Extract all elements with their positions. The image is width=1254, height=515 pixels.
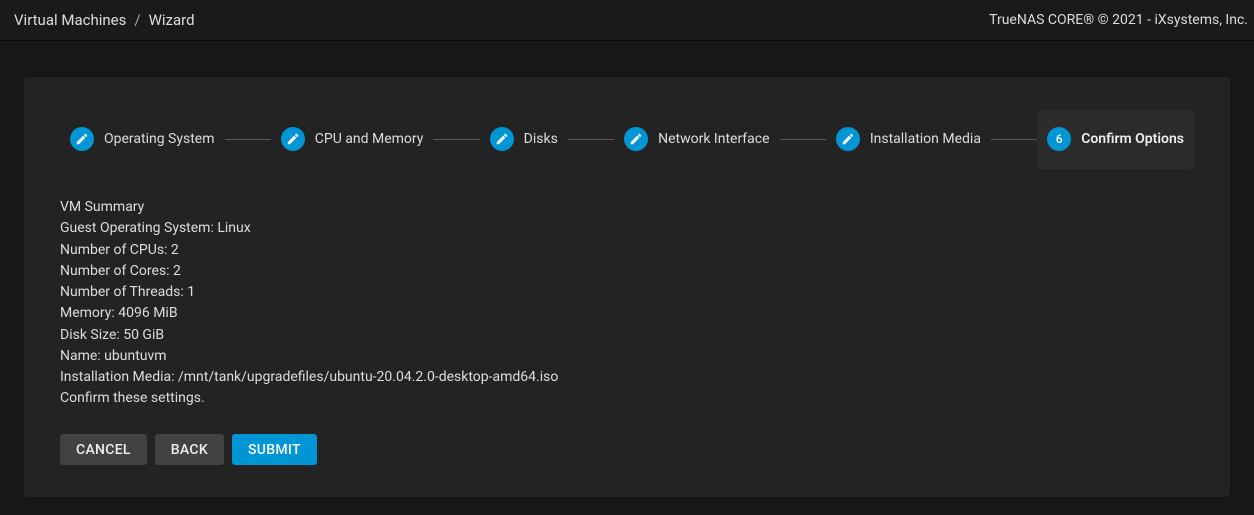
- vm-summary: VM Summary Guest Operating System: Linux…: [60, 197, 1194, 410]
- summary-install-media: Installation Media: /mnt/tank/upgradefil…: [60, 367, 1194, 388]
- summary-confirm: Confirm these settings.: [60, 388, 1194, 409]
- breadcrumb-root[interactable]: Virtual Machines: [14, 11, 126, 29]
- cancel-button[interactable]: CANCEL: [60, 434, 147, 465]
- summary-guest-os: Guest Operating System: Linux: [60, 218, 1194, 239]
- step-connector: [780, 139, 826, 140]
- step-operating-system[interactable]: Operating System: [60, 109, 225, 169]
- topbar: Virtual Machines / Wizard TrueNAS CORE® …: [0, 0, 1254, 41]
- step-connector: [225, 139, 271, 140]
- pencil-icon: [836, 127, 860, 151]
- step-number: 6: [1056, 132, 1063, 146]
- wizard-stepper: Operating System CPU and Memory Disks: [60, 109, 1194, 169]
- breadcrumb-separator: /: [134, 11, 140, 29]
- step-connector: [568, 139, 614, 140]
- step-connector: [991, 139, 1037, 140]
- summary-threads: Number of Threads: 1: [60, 282, 1194, 303]
- back-button[interactable]: BACK: [155, 434, 224, 465]
- step-label: Operating System: [104, 131, 215, 147]
- summary-name: Name: ubuntuvm: [60, 346, 1194, 367]
- summary-cpus: Number of CPUs: 2: [60, 240, 1194, 261]
- pencil-icon: [281, 127, 305, 151]
- copyright-text: TrueNAS CORE® © 2021 - iXsystems, Inc.: [989, 12, 1248, 28]
- page-body: Operating System CPU and Memory Disks: [0, 41, 1254, 515]
- step-label: CPU and Memory: [315, 131, 424, 147]
- summary-cores: Number of Cores: 2: [60, 261, 1194, 282]
- step-label: Installation Media: [870, 131, 981, 147]
- summary-disk-size: Disk Size: 50 GiB: [60, 325, 1194, 346]
- step-cpu-memory[interactable]: CPU and Memory: [271, 109, 434, 169]
- step-label: Confirm Options: [1081, 131, 1184, 147]
- submit-button[interactable]: SUBMIT: [232, 434, 317, 465]
- step-number-badge: 6: [1047, 127, 1071, 151]
- wizard-card: Operating System CPU and Memory Disks: [24, 77, 1230, 497]
- step-label: Disks: [524, 131, 558, 147]
- breadcrumb-leaf: Wizard: [149, 11, 195, 29]
- summary-memory: Memory: 4096 MiB: [60, 303, 1194, 324]
- wizard-buttons: CANCEL BACK SUBMIT: [60, 434, 1194, 465]
- pencil-icon: [490, 127, 514, 151]
- step-network-interface[interactable]: Network Interface: [614, 109, 779, 169]
- summary-title: VM Summary: [60, 197, 1194, 218]
- step-confirm-options[interactable]: 6 Confirm Options: [1037, 109, 1194, 169]
- pencil-icon: [624, 127, 648, 151]
- step-label: Network Interface: [658, 131, 769, 147]
- breadcrumb: Virtual Machines / Wizard: [14, 11, 195, 29]
- step-disks[interactable]: Disks: [480, 109, 568, 169]
- pencil-icon: [70, 127, 94, 151]
- step-installation-media[interactable]: Installation Media: [826, 109, 991, 169]
- step-connector: [433, 139, 479, 140]
